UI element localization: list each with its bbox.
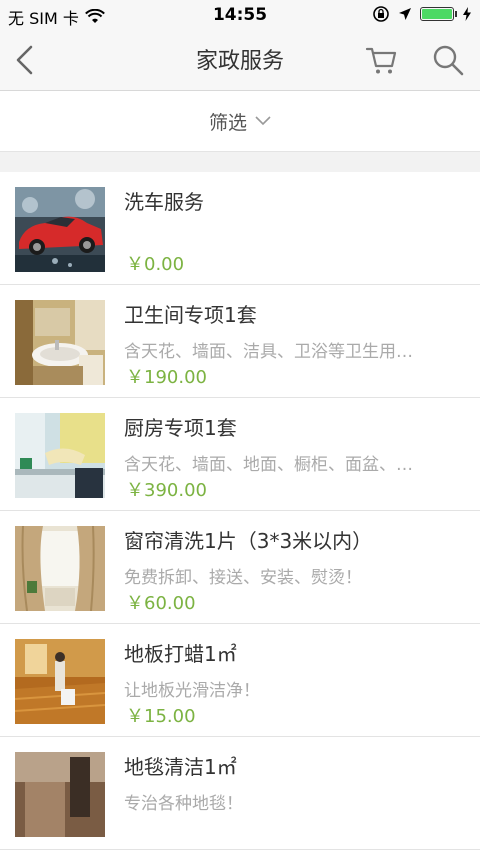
filter-label: 筛选 (208, 111, 247, 134)
item-price: ￥60.00 (126, 593, 196, 614)
item-title: 厨房专项1套 (124, 416, 237, 440)
charging-icon (463, 7, 471, 21)
item-title: 地板打蜡1㎡ (124, 642, 237, 666)
battery-icon (420, 7, 457, 21)
list-item[interactable]: 地毯清洁1㎡ 专治各种地毯！ (0, 737, 480, 850)
item-description: 让地板光滑洁净！ (124, 681, 260, 701)
bathroom-image (15, 300, 105, 385)
item-title: 地毯清洁1㎡ (124, 755, 237, 779)
status-right (372, 5, 472, 23)
item-price: ￥190.00 (126, 367, 207, 388)
carpet-cleaning-image (15, 752, 105, 837)
search-icon (433, 45, 464, 76)
section-divider (0, 151, 480, 172)
search-button[interactable] (430, 42, 466, 78)
chevron-down-icon (255, 116, 271, 126)
item-description: 含天花、墙面、洁具、卫浴等卫生用… (124, 342, 413, 362)
item-price: ￥15.00 (126, 706, 196, 727)
curtain-image (15, 526, 105, 611)
list-item[interactable]: 窗帘清洗1片（3*3米以内） 免费拆卸、接送、安装、熨烫！ ￥60.00 (0, 511, 480, 624)
item-title: 洗车服务 (124, 190, 204, 214)
item-thumbnail (15, 639, 105, 724)
cart-icon (365, 47, 397, 74)
cart-button[interactable] (364, 42, 400, 78)
location-arrow-icon (399, 8, 411, 20)
item-thumbnail (15, 752, 105, 837)
item-description: 专治各种地毯！ (124, 794, 243, 814)
item-thumbnail (15, 300, 105, 385)
item-thumbnail (15, 413, 105, 498)
floor-waxing-image (15, 639, 105, 724)
item-thumbnail (15, 187, 105, 272)
list-item[interactable]: 地板打蜡1㎡ 让地板光滑洁净！ ￥15.00 (0, 624, 480, 737)
status-bar: 无 SIM 卡 14:55 (0, 0, 480, 30)
service-list: 洗车服务 ￥0.00 卫生间专项1套 含天花、墙面、洁具、卫浴等卫生用… ￥19… (0, 172, 480, 850)
item-price: ￥390.00 (126, 480, 207, 501)
list-item[interactable]: 卫生间专项1套 含天花、墙面、洁具、卫浴等卫生用… ￥190.00 (0, 285, 480, 398)
filter-button[interactable]: 筛选 (0, 91, 480, 151)
item-price: ￥0.00 (126, 254, 185, 275)
item-description: 含天花、墙面、地面、橱柜、面盆、… (124, 455, 413, 475)
navigation-bar: 家政服务 (0, 30, 480, 91)
orientation-lock-icon (373, 6, 389, 22)
item-title: 卫生间专项1套 (124, 303, 257, 327)
car-wash-image (15, 187, 105, 272)
item-description: 免费拆卸、接送、安装、熨烫！ (124, 568, 362, 588)
list-item[interactable]: 厨房专项1套 含天花、墙面、地面、橱柜、面盆、… ￥390.00 (0, 398, 480, 511)
kitchen-image (15, 413, 105, 498)
item-title: 窗帘清洗1片（3*3米以内） (124, 529, 373, 553)
battery-fill (422, 9, 452, 19)
page-title: 家政服务 (195, 49, 284, 74)
item-thumbnail (15, 526, 105, 611)
list-item[interactable]: 洗车服务 ￥0.00 (0, 172, 480, 285)
